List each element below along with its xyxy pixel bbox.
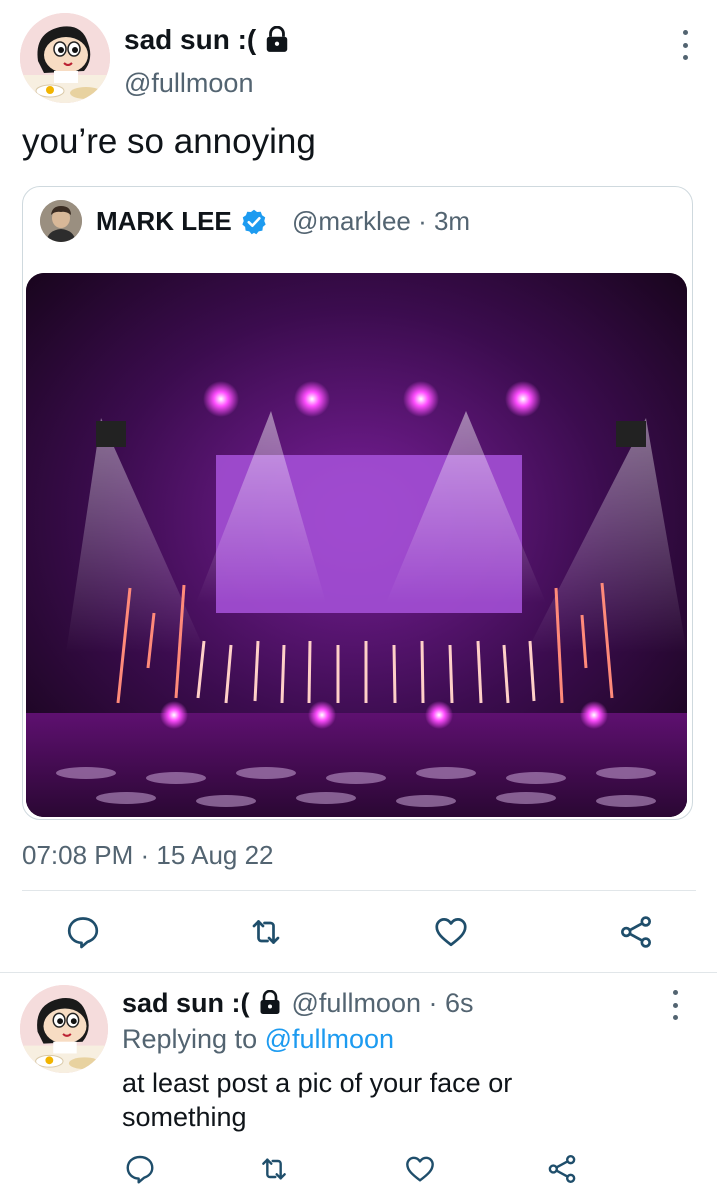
reply-tweet-text: at least post a pic of your face or some… [122,1068,513,1132]
concert-stage-photo[interactable] [26,273,687,817]
reply-author-name[interactable]: sad sun :( [122,988,284,1019]
reply-icon[interactable] [65,914,101,950]
cartoon-avatar-image [20,13,110,103]
lock-icon [264,25,290,54]
author-handle[interactable]: @fullmoon [124,68,253,99]
cartoon-avatar-image [20,985,108,1073]
verified-badge-icon [240,208,268,236]
quoted-author-name-text: MARK LEE [96,206,232,236]
heart-icon[interactable] [404,1153,436,1185]
author-display-name[interactable]: sad sun :( [124,24,290,56]
reply-author-name-text: sad sun :( [122,988,250,1018]
lock-icon [258,989,284,1018]
divider [22,890,696,891]
author-avatar[interactable] [20,13,110,103]
replying-to-line: Replying to @fullmoon [122,1024,394,1055]
share-icon[interactable] [618,914,654,950]
reply-handle-time: @fullmoon · 6s [291,988,474,1018]
quoted-author-name[interactable]: MARK LEE [96,206,268,237]
heart-icon[interactable] [433,914,469,950]
profile-photo-image [40,200,82,242]
author-name-text: sad sun :( [124,24,257,55]
replying-to-handle-link[interactable]: @fullmoon [265,1024,394,1054]
more-vertical-icon[interactable] [669,990,681,1020]
reply-header: sad sun :( @fullmoon · 6s [122,988,474,1019]
tweet-text: you’re so annoying [22,122,316,161]
quoted-author-avatar[interactable] [40,200,82,242]
share-icon[interactable] [546,1153,578,1185]
divider [0,972,717,973]
reply-icon[interactable] [124,1153,156,1185]
quoted-handle-time: @marklee · 3m [292,206,471,236]
retweet-icon[interactable] [248,914,284,950]
reply-author-avatar[interactable] [20,985,108,1073]
more-vertical-icon[interactable] [679,30,691,60]
retweet-icon[interactable] [258,1153,290,1185]
tweet-timestamp[interactable]: 07:08 PM · 15 Aug 22 [22,840,274,871]
replying-to-label: Replying to [122,1024,258,1054]
